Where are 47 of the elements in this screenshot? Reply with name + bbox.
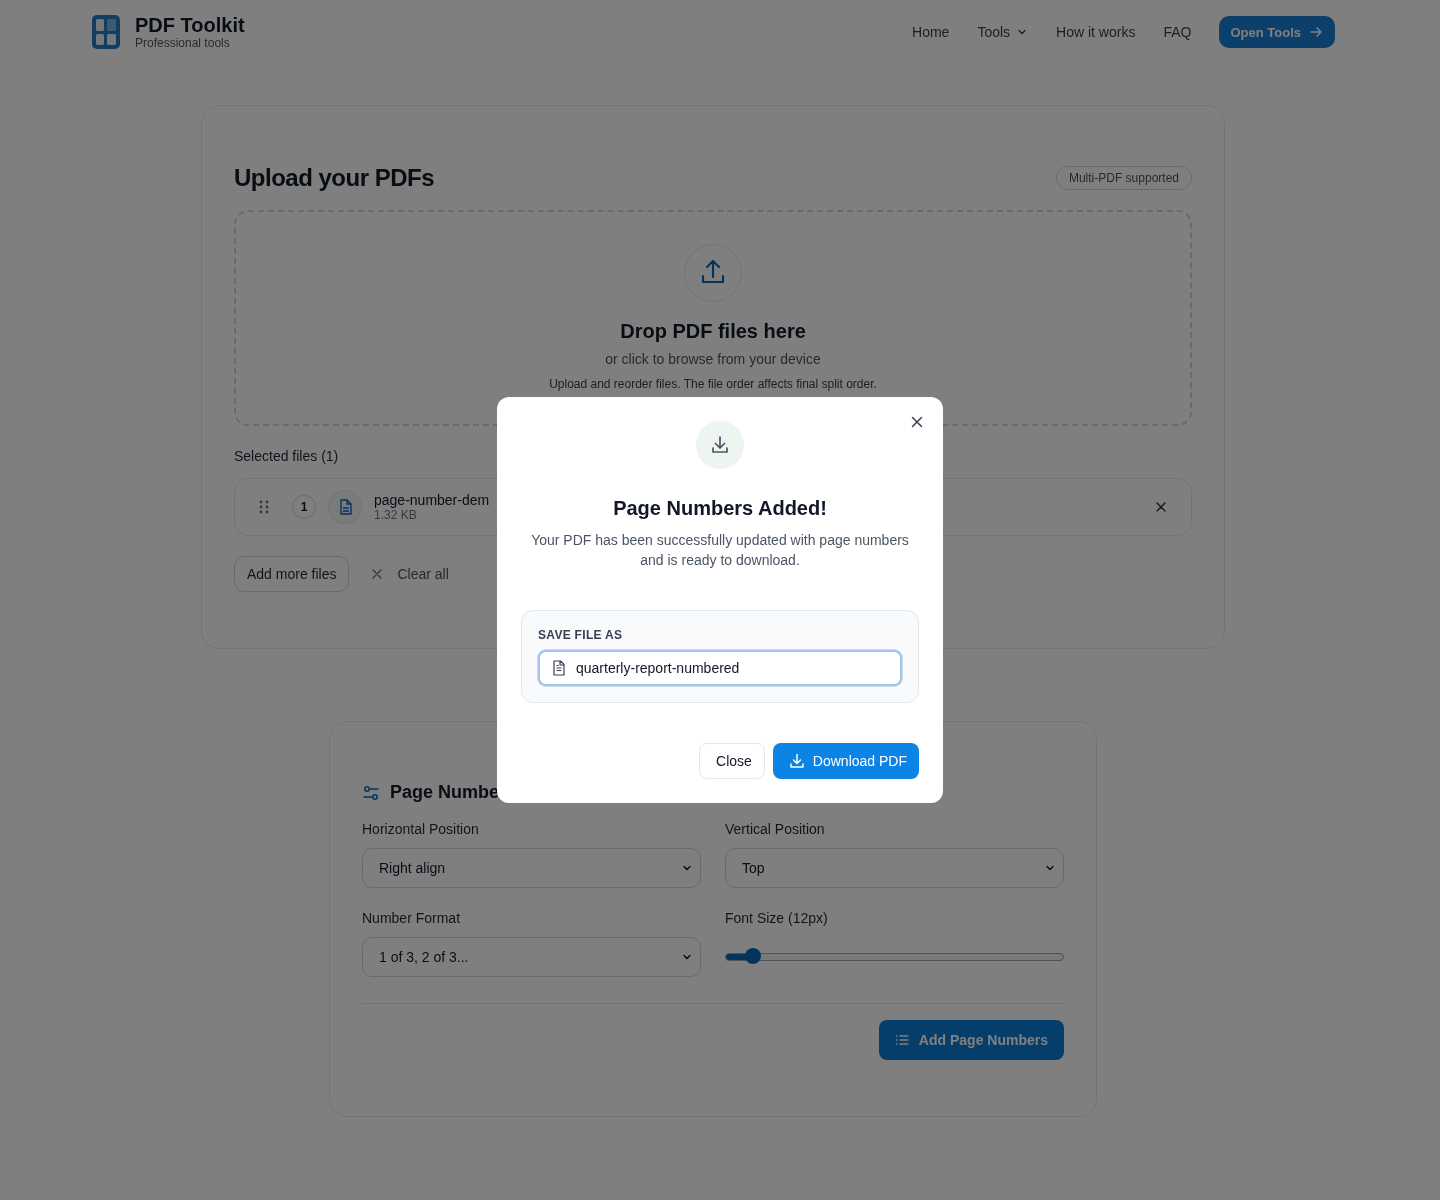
document-icon [552,660,566,676]
drop-subtitle: or click to browse from your device [605,351,821,367]
field-label: Vertical Position [725,821,826,837]
nav-link[interactable]: How it works [1056,24,1136,40]
field-label: Horizontal Position [362,821,480,837]
logo-title: PDF Toolkit [135,14,245,36]
add-page-numbers-button[interactable]: Add Page Numbers [878,1020,1064,1060]
chevron-down-icon [682,863,692,873]
drop-hint: Upload and reorder files. The file order affects final split order. [549,377,877,391]
close-button[interactable]: Close [699,743,765,779]
drop-title: Drop PDF files here [620,320,806,343]
file-name: page-number-dem [374,492,490,508]
sliders-icon [362,783,380,802]
add-more-files-button[interactable]: Add more files [234,556,350,592]
chevron-down-icon [682,952,692,962]
selected-files-label: Selected files (1) [234,448,340,464]
save-label: SAVE FILE AS [538,628,624,642]
drag-handle-icon[interactable] [259,500,269,514]
open-tools-button[interactable]: Open Tools [1219,16,1335,48]
field-label: Font Size (12px) [725,910,829,926]
download-icon [696,421,744,469]
close-icon [371,568,384,580]
select-field[interactable]: 1 of 3, 2 of 3... [362,937,701,977]
file-size: 1.32 KB [374,508,418,522]
upload-icon [684,244,742,302]
close-icon[interactable] [911,416,923,428]
clear-all-button[interactable]: Clear all [371,566,449,582]
slider-thumb[interactable] [744,948,761,964]
list-icon [894,1034,909,1046]
document-icon [328,490,362,524]
chevron-down-icon [1045,863,1055,873]
arrow-right-icon [1309,25,1323,39]
field-label: Number Format [362,910,462,926]
nav-link[interactable]: FAQ [1163,24,1192,40]
dialog-title: Page Numbers Added! [613,497,827,520]
download-button[interactable]: Download PDF [772,743,919,779]
filename-input[interactable]: quarterly-report-numbered [538,650,902,686]
nav-link[interactable]: Tools [977,24,1029,40]
select-field[interactable]: Top [725,848,1064,888]
logo-subtitle: Professional tools [135,36,231,50]
select-field[interactable]: Right align [362,848,701,888]
section-title: Upload your PDFs [234,164,435,192]
download-icon [788,753,805,769]
settings-title: Page Numbe [390,782,500,803]
logo-icon [91,14,121,50]
nav-link[interactable]: Home [912,24,950,40]
remove-icon[interactable] [1155,501,1167,513]
